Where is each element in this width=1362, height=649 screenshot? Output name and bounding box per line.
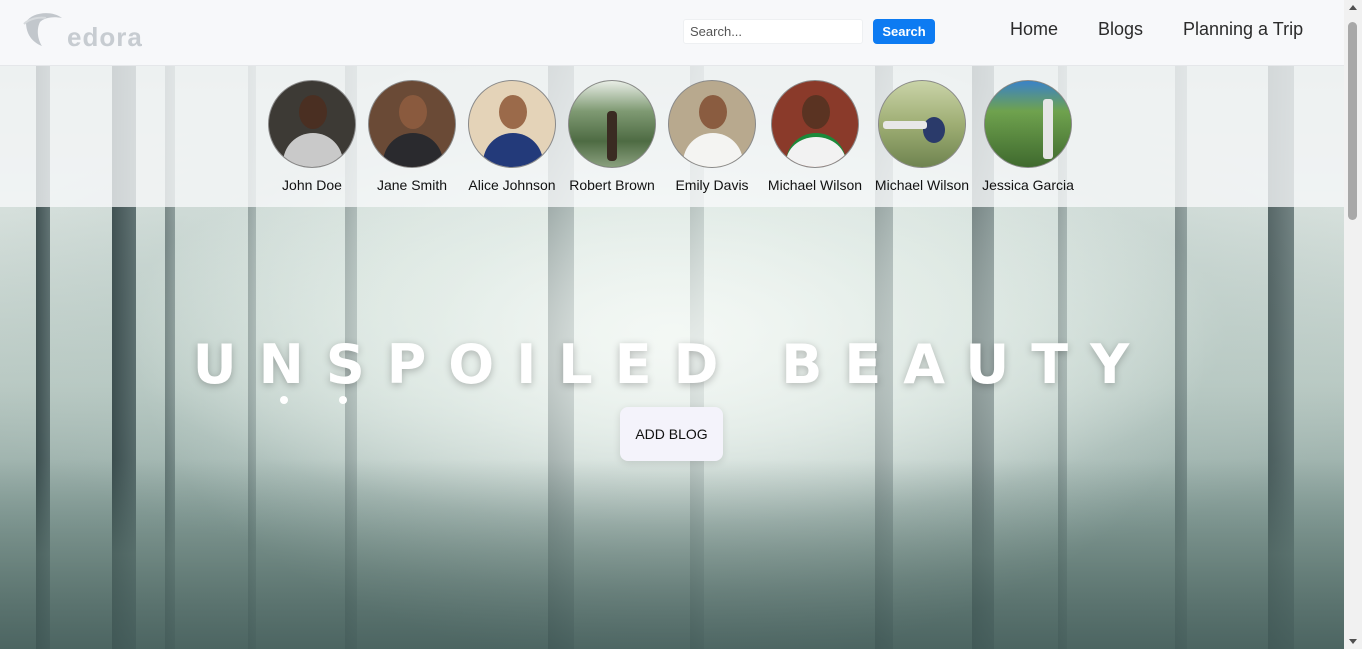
scroll-up-icon[interactable] <box>1349 5 1357 10</box>
decorative-dot <box>339 396 347 404</box>
nav-planning-a-trip[interactable]: Planning a Trip <box>1183 19 1303 40</box>
profile-name: Jessica Garcia <box>982 177 1074 193</box>
profile-card[interactable]: Robert Brown <box>557 80 667 193</box>
brand-name: edora <box>67 22 143 52</box>
top-navbar: edora Search Home Blogs Planning a Trip <box>0 0 1344 66</box>
avatar <box>771 80 859 168</box>
profile-card[interactable]: Michael Wilson <box>867 80 977 193</box>
avatar <box>268 80 356 168</box>
avatar <box>568 80 656 168</box>
profile-name: Michael Wilson <box>767 177 863 193</box>
profiles-strip: John Doe Jane Smith Alice Johnson Robert… <box>0 66 1344 207</box>
profile-name: Emily Davis <box>675 177 749 193</box>
profile-card[interactable]: Emily Davis <box>657 80 767 193</box>
search-button[interactable]: Search <box>873 19 935 44</box>
profile-card[interactable]: Michael Wilson <box>760 80 870 193</box>
page-scrollbar[interactable] <box>1344 0 1362 649</box>
forest-floor <box>0 459 1344 649</box>
nav-blogs[interactable]: Blogs <box>1098 19 1143 40</box>
avatar <box>468 80 556 168</box>
profile-name: Jane Smith <box>376 177 448 193</box>
profile-card[interactable]: Alice Johnson <box>457 80 567 193</box>
avatar <box>878 80 966 168</box>
avatar <box>668 80 756 168</box>
scroll-down-icon[interactable] <box>1349 639 1357 644</box>
leaf-logo-icon <box>23 13 62 47</box>
profile-card[interactable]: John Doe <box>257 80 367 193</box>
avatar <box>984 80 1072 168</box>
avatar <box>368 80 456 168</box>
search-input[interactable] <box>683 19 863 44</box>
profile-name: Robert Brown <box>569 177 655 193</box>
profile-card[interactable]: Jessica Garcia <box>973 80 1083 193</box>
brand-logo[interactable]: edora <box>22 8 142 52</box>
nav-home[interactable]: Home <box>1010 19 1058 40</box>
hero-title: UNSPOILED BEAUTY <box>192 333 1152 396</box>
scrollbar-thumb[interactable] <box>1348 22 1357 220</box>
profile-name: Alice Johnson <box>468 177 556 193</box>
decorative-dot <box>280 396 288 404</box>
profile-name: John Doe <box>282 177 342 193</box>
profile-card[interactable]: Jane Smith <box>357 80 467 193</box>
profile-name: Michael Wilson <box>874 177 970 193</box>
add-blog-button[interactable]: ADD BLOG <box>620 407 723 461</box>
